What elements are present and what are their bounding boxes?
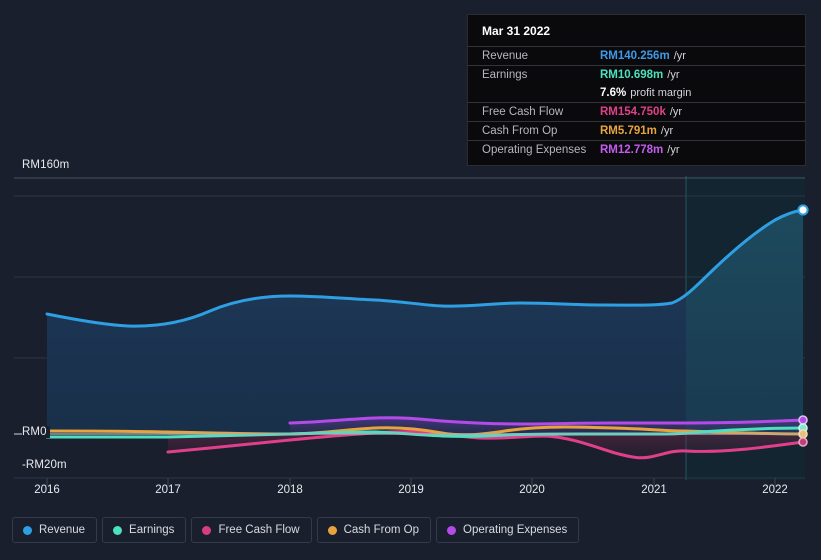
legend-dot-revenue-icon xyxy=(23,525,32,535)
tooltip-suffix-profit-margin: profit margin xyxy=(630,87,692,99)
opex-endpoint xyxy=(798,415,808,425)
legend-dot-cash-from-op-icon xyxy=(327,525,337,535)
legend-label-cash-from-op: Cash From Op xyxy=(343,524,420,536)
tooltip-row-operating-expenses: Operating Expenses RM12.778m /yr xyxy=(468,140,805,159)
tooltip-suffix-earnings: /yr xyxy=(667,69,680,81)
fcf-endpoint xyxy=(798,437,808,447)
tooltip-value-cash-from-op: RM5.791m xyxy=(600,125,657,137)
tooltip-suffix-free-cash-flow: /yr xyxy=(669,106,683,118)
tooltip-label-operating-expenses: Operating Expenses xyxy=(482,144,587,156)
tooltip-row-cash-from-op: Cash From Op RM5.791m /yr xyxy=(468,121,805,140)
legend-label-revenue: Revenue xyxy=(39,524,86,536)
chart-tooltip: Mar 31 2022 Revenue RM140.256m /yr Earni… xyxy=(467,14,806,166)
legend-item-revenue[interactable]: Revenue xyxy=(12,517,98,543)
revenue-endpoint xyxy=(797,204,809,216)
tooltip-label-revenue: Revenue xyxy=(482,50,529,62)
legend-item-operating-expenses[interactable]: Operating Expenses xyxy=(436,517,580,543)
legend-item-free-cash-flow[interactable]: Free Cash Flow xyxy=(191,517,312,543)
tooltip-suffix-revenue: /yr xyxy=(673,50,686,62)
tooltip-row-revenue: Revenue RM140.256m /yr xyxy=(468,46,805,65)
tooltip-row-earnings: Earnings RM10.698m /yr xyxy=(468,65,805,84)
y-axis-label-bottom: -RM20m xyxy=(22,459,70,471)
legend-dot-free-cash-flow-icon xyxy=(202,525,212,535)
x-axis-label-2016: 2016 xyxy=(34,484,60,496)
tooltip-label-free-cash-flow: Free Cash Flow xyxy=(482,106,564,118)
legend-label-earnings: Earnings xyxy=(129,524,175,536)
y-axis-label-top: RM160m xyxy=(22,159,73,171)
tooltip-value-free-cash-flow: RM154.750k xyxy=(600,106,666,118)
chart-app: RM160m RM0 -RM20m 2016 2017 2018 2019 20… xyxy=(0,0,821,560)
y-axis-label-zero: RM0 xyxy=(22,426,50,438)
x-axis-label-2022: 2022 xyxy=(762,484,788,496)
x-axis-label-2020: 2020 xyxy=(519,484,545,496)
x-axis-label-2021: 2021 xyxy=(641,484,667,496)
legend-dot-earnings-icon xyxy=(113,525,123,535)
tooltip-value-profit-margin: 7.6% xyxy=(600,87,627,99)
tooltip-date: Mar 31 2022 xyxy=(482,24,551,38)
legend-item-earnings[interactable]: Earnings xyxy=(102,517,187,543)
legend-item-cash-from-op[interactable]: Cash From Op xyxy=(316,517,432,543)
legend-label-free-cash-flow: Free Cash Flow xyxy=(218,524,300,536)
tooltip-label-cash-from-op: Cash From Op xyxy=(482,125,558,137)
tooltip-suffix-operating-expenses: /yr xyxy=(667,144,680,156)
x-axis-label-2019: 2019 xyxy=(398,484,424,496)
tooltip-value-earnings: RM10.698m xyxy=(600,69,664,81)
tooltip-row-free-cash-flow: Free Cash Flow RM154.750k /yr xyxy=(468,102,805,121)
x-axis-label-2018: 2018 xyxy=(277,484,303,496)
x-axis-label-2017: 2017 xyxy=(155,484,181,496)
tooltip-value-operating-expenses: RM12.778m xyxy=(600,144,664,156)
tooltip-suffix-cash-from-op: /yr xyxy=(660,125,674,137)
tooltip-row-profit-margin: 7.6% profit margin xyxy=(468,84,805,102)
tooltip-label-earnings: Earnings xyxy=(482,69,528,81)
cashop-endpoint xyxy=(798,429,808,439)
legend-dot-operating-expenses-icon xyxy=(447,525,457,535)
tooltip-value-revenue: RM140.256m xyxy=(600,50,670,62)
chart-legend: Revenue Earnings Free Cash Flow Cash Fro… xyxy=(12,517,580,543)
legend-label-operating-expenses: Operating Expenses xyxy=(463,524,568,536)
